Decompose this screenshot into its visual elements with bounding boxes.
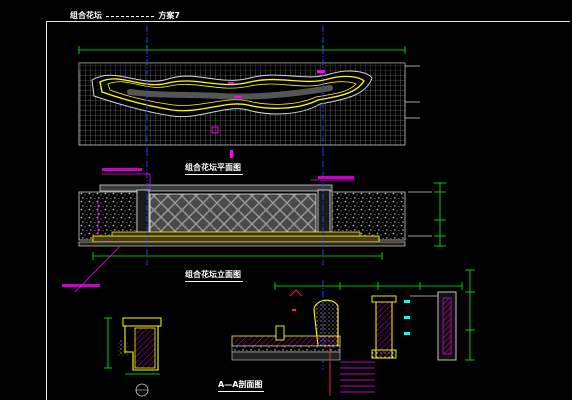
section-column bbox=[375, 299, 393, 359]
elevation-view-caption: 组合花坛立面图 bbox=[185, 270, 241, 279]
section-view-caption-underline bbox=[218, 391, 264, 392]
section-note-leaders bbox=[329, 356, 375, 393]
plan-view-caption-underline bbox=[185, 174, 243, 175]
elevation-step-1 bbox=[92, 235, 380, 243]
elevation-view bbox=[62, 150, 446, 293]
section-view-caption: A—A剖面图 bbox=[218, 380, 263, 389]
pillar-detail-core bbox=[134, 327, 156, 369]
elevation-coping bbox=[99, 184, 333, 192]
elevation-right-dims bbox=[434, 182, 446, 247]
plan-view bbox=[78, 26, 420, 158]
elevation-lattice-panel bbox=[149, 193, 317, 235]
section-soil-layer bbox=[231, 335, 341, 347]
pillar-detail bbox=[104, 317, 162, 397]
section-aa bbox=[231, 269, 475, 396]
elevation-view-caption-underline bbox=[185, 281, 243, 282]
cad-drawing-canvas: 组合花坛 方案7 组合花坛平面图 组合花坛立面图 A—A剖面图 bbox=[0, 0, 572, 400]
plan-view-caption: 组合花坛平面图 bbox=[185, 163, 241, 172]
drawing-svg bbox=[62, 26, 475, 397]
